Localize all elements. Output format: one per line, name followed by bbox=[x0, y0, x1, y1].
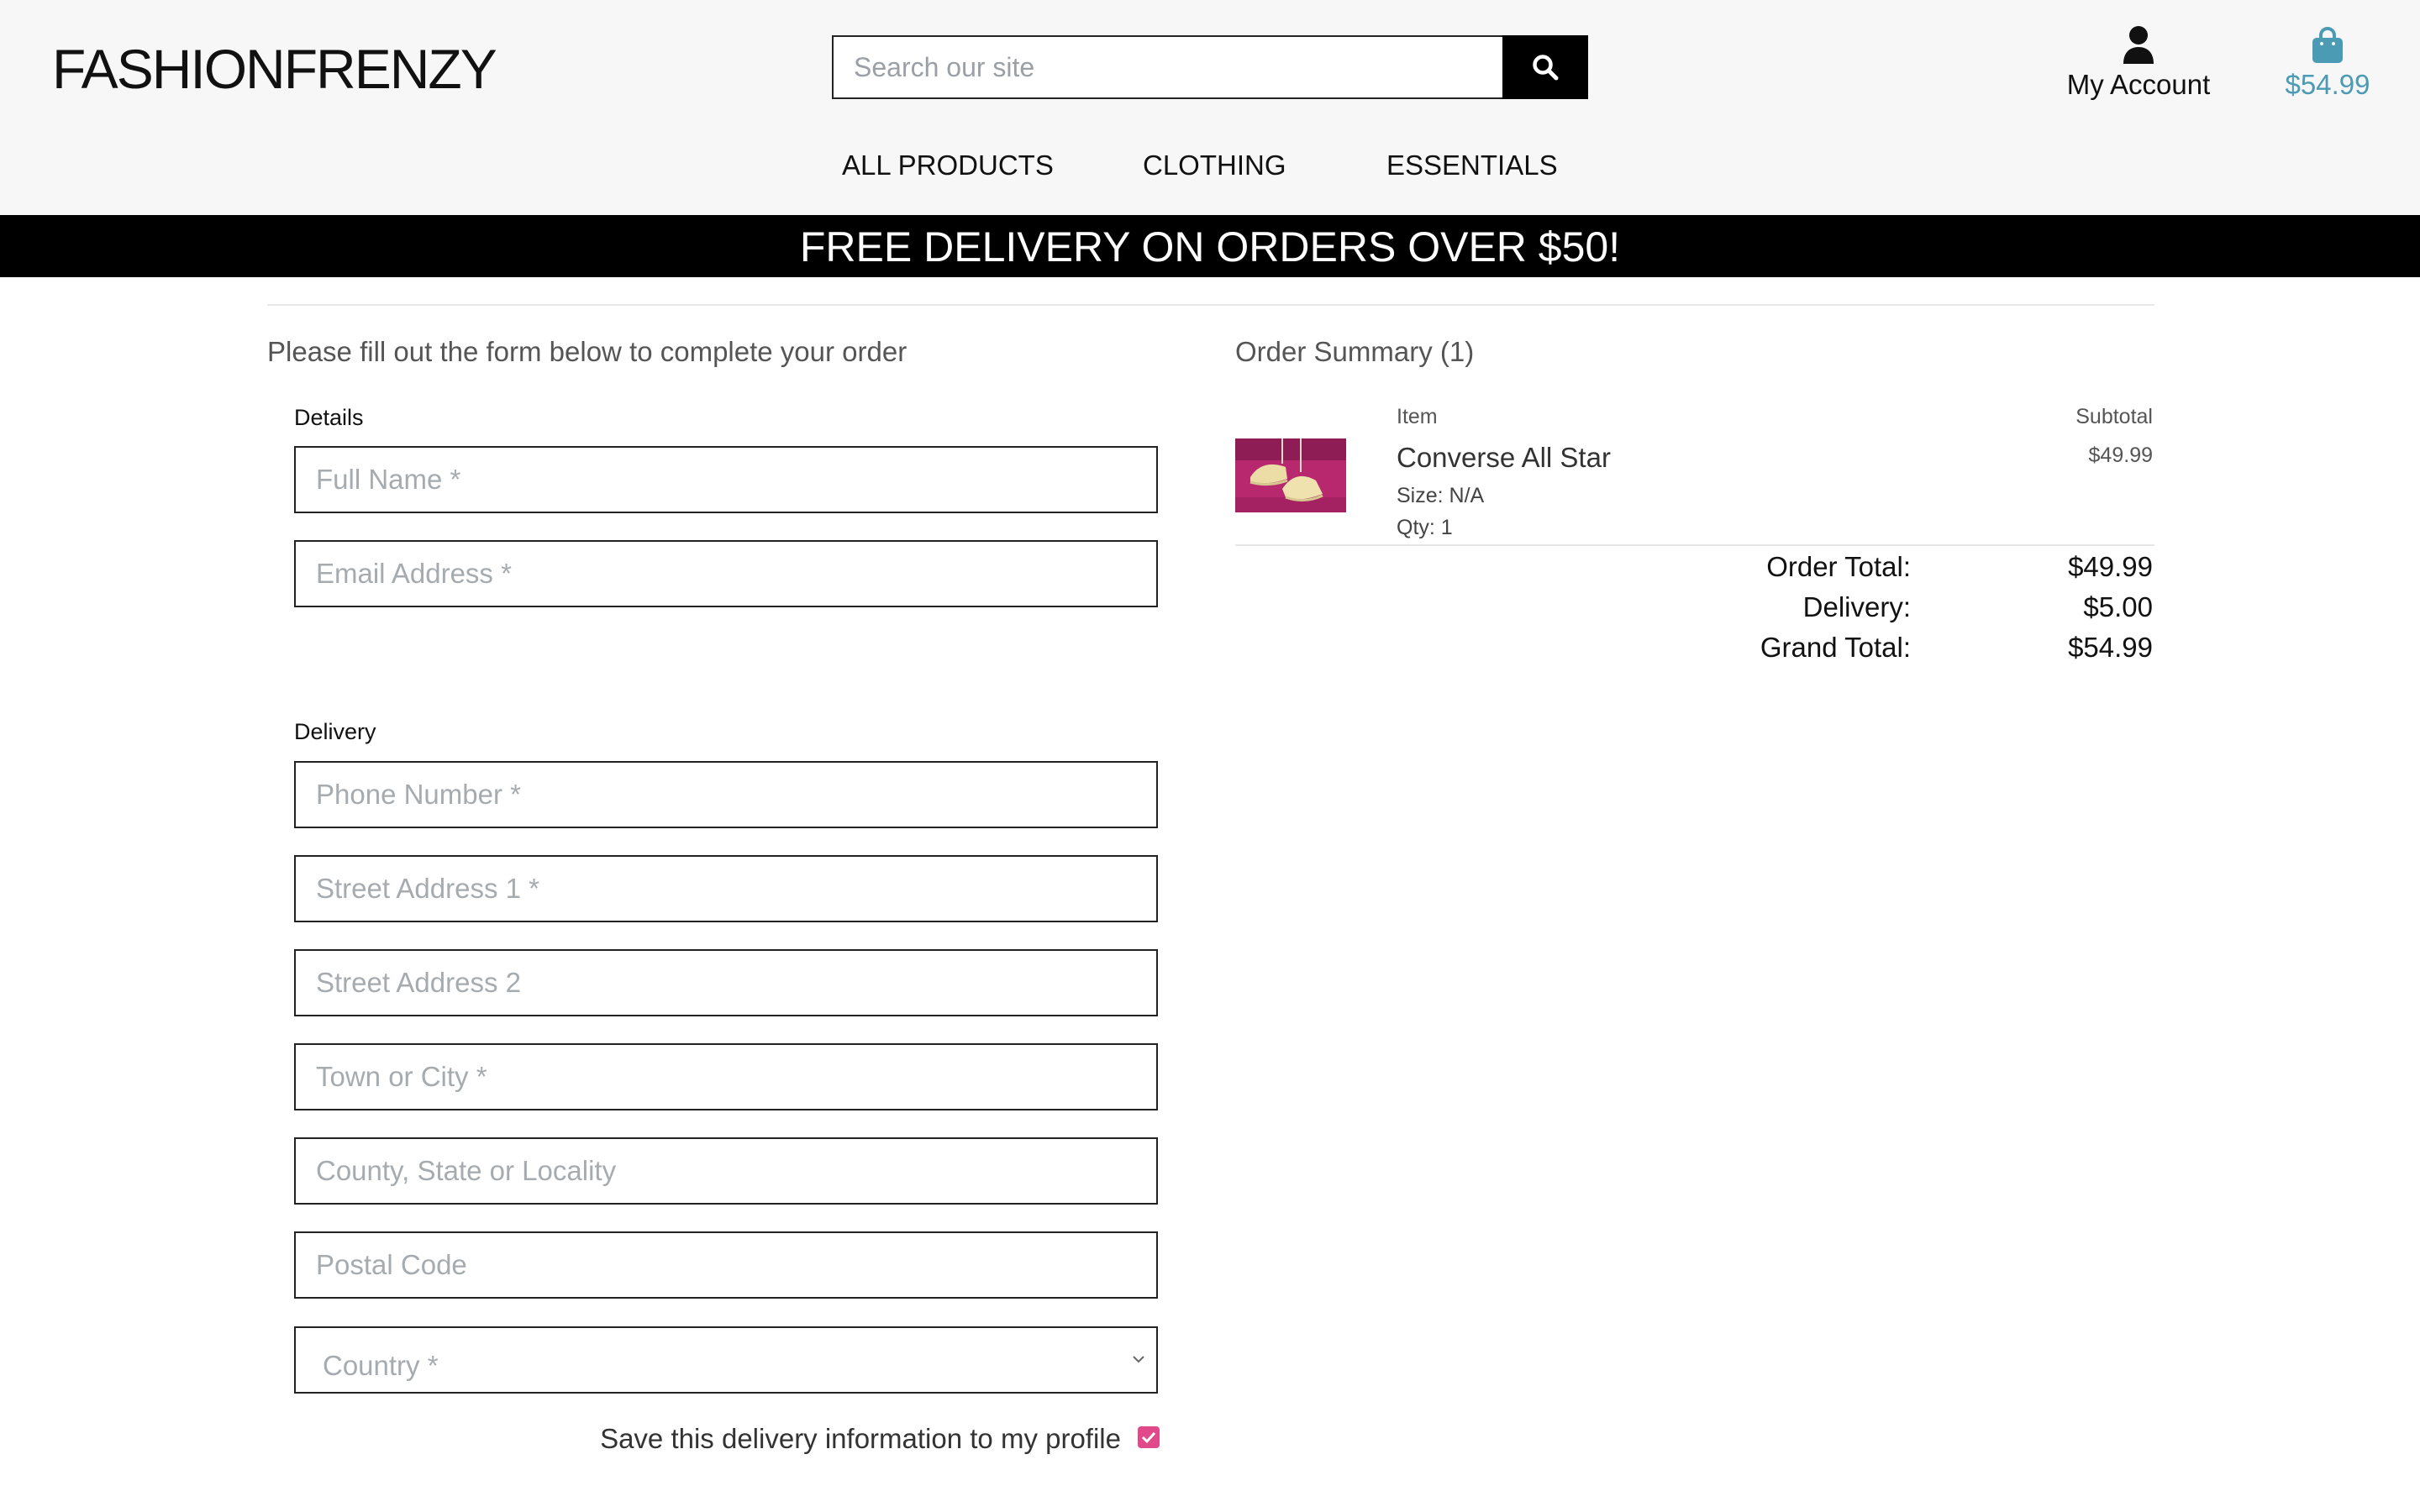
search-input[interactable] bbox=[832, 35, 1502, 99]
save-info-row: Save this delivery information to my pro… bbox=[600, 1421, 1160, 1460]
subtotal-column-header: Subtotal bbox=[2075, 405, 2153, 428]
phone-field[interactable] bbox=[294, 761, 1158, 828]
grand-total-label: Grand Total: bbox=[1760, 632, 1911, 663]
email-field[interactable] bbox=[294, 540, 1158, 607]
nav-all-products[interactable]: ALL PRODUCTS bbox=[842, 150, 1054, 181]
country-select[interactable]: Country * bbox=[294, 1326, 1158, 1394]
delivery-label: Delivery: bbox=[1802, 591, 1911, 622]
search-bar bbox=[832, 35, 1588, 99]
site-header: FASHIONFRENZY My Account $54.99 ALL PROD… bbox=[0, 0, 2420, 215]
shopping-bag-link[interactable]: $54.99 bbox=[2269, 24, 2386, 108]
user-icon bbox=[2123, 26, 2154, 64]
street-address-2-field[interactable] bbox=[294, 949, 1158, 1016]
delivery-value: $5.00 bbox=[2083, 591, 2153, 622]
divider bbox=[267, 304, 2154, 306]
postcode-field[interactable] bbox=[294, 1231, 1158, 1299]
save-info-label: Save this delivery information to my pro… bbox=[600, 1423, 1121, 1454]
delivery-legend: Delivery bbox=[294, 719, 376, 744]
order-total-value: $49.99 bbox=[2068, 551, 2153, 582]
street-address-1-field[interactable] bbox=[294, 855, 1158, 922]
summary-divider bbox=[1235, 544, 2154, 546]
grand-total-value: $54.99 bbox=[2068, 632, 2153, 663]
county-field[interactable] bbox=[294, 1137, 1158, 1205]
item-size: Size: N/A bbox=[1397, 484, 1485, 507]
free-delivery-banner: FREE DELIVERY ON ORDERS OVER $50! bbox=[0, 215, 2420, 277]
order-summary-title: Order Summary (1) bbox=[1235, 336, 1475, 367]
item-column-header: Item bbox=[1397, 405, 1438, 428]
my-account-link[interactable]: My Account bbox=[2050, 24, 2227, 108]
save-info-checkbox[interactable] bbox=[1138, 1426, 1160, 1448]
item-qty: Qty: 1 bbox=[1397, 516, 1453, 539]
product-thumbnail[interactable] bbox=[1235, 438, 1346, 512]
checkmark-icon bbox=[1141, 1431, 1156, 1444]
brand-logo[interactable]: FASHIONFRENZY bbox=[52, 32, 497, 106]
shopping-bag-icon bbox=[2312, 27, 2343, 63]
full-name-field[interactable] bbox=[294, 446, 1158, 513]
nav-essentials[interactable]: ESSENTIALS bbox=[1386, 150, 1558, 181]
nav-clothing[interactable]: CLOTHING bbox=[1143, 150, 1286, 181]
country-select-value: Country * bbox=[323, 1350, 439, 1381]
details-legend: Details bbox=[294, 405, 364, 430]
chevron-down-icon bbox=[1133, 1356, 1144, 1363]
town-field[interactable] bbox=[294, 1043, 1158, 1110]
item-subtotal: $49.99 bbox=[2088, 444, 2153, 467]
search-button[interactable] bbox=[1502, 35, 1588, 99]
my-account-label: My Account bbox=[2066, 69, 2211, 100]
search-icon bbox=[1533, 55, 1559, 81]
bag-total: $54.99 bbox=[2285, 69, 2370, 100]
form-intro: Please fill out the form below to comple… bbox=[267, 336, 908, 367]
order-total-label: Order Total: bbox=[1766, 551, 1911, 582]
item-name: Converse All Star bbox=[1397, 442, 1611, 473]
